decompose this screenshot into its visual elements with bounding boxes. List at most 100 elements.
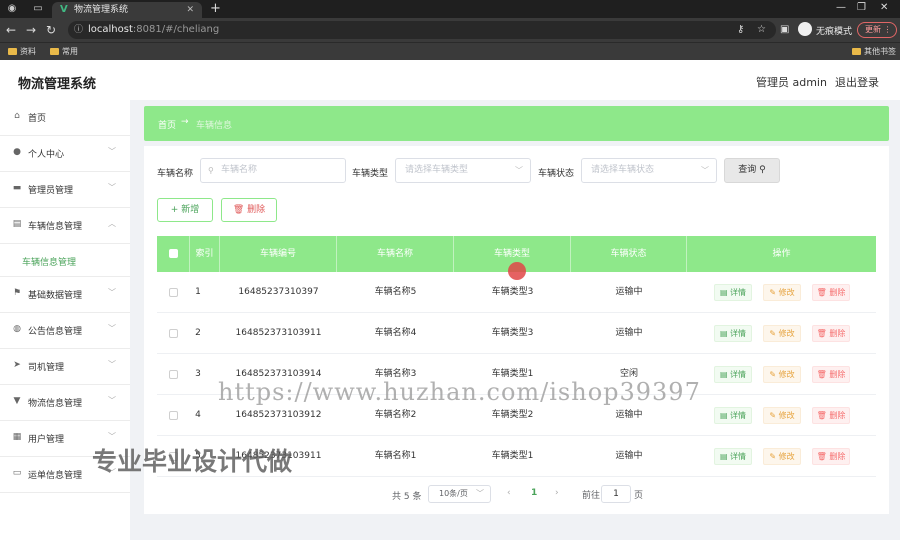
sidebar-item-label: 用户管理: [28, 435, 65, 445]
bookmarks-bar: 资料 常用 其他书签: [0, 42, 900, 60]
query-button[interactable]: 查询 ⚲: [724, 158, 780, 183]
detail-button[interactable]: ▤ 详情: [714, 325, 752, 342]
edit-button[interactable]: ✎ 修改: [763, 366, 801, 383]
trash-icon: 🗑: [816, 288, 827, 297]
prev-page-icon[interactable]: ‹: [507, 488, 511, 498]
chevron-down-icon: ﹀: [108, 288, 116, 297]
page-number-current[interactable]: 1: [531, 488, 537, 498]
key-icon[interactable]: ⚷: [737, 24, 744, 36]
row-checkbox[interactable]: [169, 370, 178, 379]
vehicle-status-placeholder: 请选择车辆状态: [591, 165, 655, 175]
page-size-value: 10条/页: [439, 489, 468, 498]
reload-icon[interactable]: ↻: [46, 23, 56, 37]
logout-link[interactable]: 退出登录: [835, 74, 879, 90]
sidebar-item-label: 个人中心: [28, 150, 65, 160]
sidebar-item-profile[interactable]: ● 个人中心 ﹀: [0, 136, 130, 172]
add-button[interactable]: + 新增: [157, 198, 213, 222]
column-header-actions: 操作: [772, 249, 791, 259]
url-path: :8081/#/cheliang: [132, 24, 220, 35]
forward-icon[interactable]: →: [26, 23, 36, 37]
flag-icon: ⚑: [12, 288, 22, 298]
edit-button[interactable]: ✎ 修改: [763, 407, 801, 424]
delete-button[interactable]: 🗑 删除: [812, 407, 850, 424]
edit-button[interactable]: ✎ 修改: [763, 284, 801, 301]
detail-button[interactable]: ▤ 详情: [714, 407, 752, 424]
row-checkbox[interactable]: [169, 411, 178, 420]
document-icon: ▤: [719, 329, 728, 338]
sidebar-item-vehicle[interactable]: ▤ 车辆信息管理 ︿: [0, 208, 130, 244]
cell-index: 2: [195, 328, 201, 338]
tab-list-icon[interactable]: ▭: [32, 3, 44, 15]
minimize-icon[interactable]: —: [836, 2, 846, 13]
column-header-name[interactable]: 车辆名称: [337, 236, 454, 272]
bulk-delete-label: 删除: [247, 205, 266, 215]
cell-code: 16485237310397: [238, 287, 319, 297]
sidebar-item-admin[interactable]: ▬ 管理员管理 ﹀: [0, 172, 130, 208]
back-icon[interactable]: ←: [6, 23, 16, 37]
pagination-total: 共 5 条: [392, 492, 422, 502]
row-checkbox[interactable]: [169, 329, 178, 338]
incognito-icon[interactable]: [798, 22, 812, 36]
update-button[interactable]: 更新 ⋮: [857, 22, 897, 38]
close-tab-icon[interactable]: ✕: [186, 2, 194, 18]
column-header-status[interactable]: 车辆状态: [571, 236, 687, 272]
search-icon: ⚲: [208, 166, 214, 175]
bookmark-folder-ziliao[interactable]: 资料: [8, 46, 36, 58]
bookmark-folder-other[interactable]: 其他书签: [852, 46, 896, 58]
new-tab-button[interactable]: +: [210, 1, 221, 17]
app-title: 物流管理系统: [18, 77, 97, 92]
vue-logo-icon: V: [60, 4, 68, 15]
current-user: 管理员 admin: [756, 76, 827, 89]
browser-tab[interactable]: V 物流管理系统 ✕: [52, 2, 202, 18]
vehicle-status-select[interactable]: 请选择车辆状态 ﹀: [581, 158, 717, 183]
detail-button[interactable]: ▤ 详情: [714, 284, 752, 301]
sidebar-item-home[interactable]: ⌂ 首页: [0, 100, 130, 136]
restore-icon[interactable]: ❐: [857, 2, 866, 13]
cell-status: 运输中: [615, 451, 643, 461]
chat-icon: ▤: [12, 219, 22, 229]
bulk-delete-button[interactable]: 🗑 删除: [221, 198, 277, 222]
column-header-code[interactable]: 车辆编号: [220, 236, 337, 272]
app-header: 物流管理系统 管理员 admin 退出登录: [0, 60, 900, 100]
delete-button[interactable]: 🗑 删除: [812, 325, 850, 342]
bookmark-folder-changyong[interactable]: 常用: [50, 46, 78, 58]
next-page-icon[interactable]: ›: [555, 488, 559, 498]
sidebar-item-logistics[interactable]: ▼ 物流信息管理 ﹀: [0, 385, 130, 421]
delete-button[interactable]: 🗑 删除: [812, 448, 850, 465]
browser-tab-bar: ◉ ▭ V 物流管理系统 ✕ + — ❐ ✕: [0, 0, 900, 18]
detail-button[interactable]: ▤ 详情: [714, 448, 752, 465]
edit-button[interactable]: ✎ 修改: [763, 448, 801, 465]
select-all-checkbox[interactable]: [169, 249, 178, 258]
delete-button[interactable]: 🗑 删除: [812, 366, 850, 383]
sidebar-item-label: 首页: [28, 114, 47, 124]
bookmark-star-icon[interactable]: ☆: [757, 24, 766, 36]
sidebar-item-label: 基础数据管理: [28, 291, 83, 301]
sidebar-item-notice[interactable]: ◍ 公告信息管理 ﹀: [0, 313, 130, 349]
cell-code: 164852373103911: [235, 328, 322, 338]
send-icon: ➤: [13, 360, 21, 370]
detail-button[interactable]: ▤ 详情: [714, 366, 752, 383]
edit-button[interactable]: ✎ 修改: [763, 325, 801, 342]
url-host: localhost: [88, 24, 133, 35]
chevron-down-icon: ﹀: [108, 147, 116, 156]
breadcrumb-home[interactable]: 首页: [158, 118, 176, 131]
sidebar-subitem-vehicle-info[interactable]: 车辆信息管理: [0, 244, 130, 277]
vehicle-type-select[interactable]: 请选择车辆类型 ﹀: [395, 158, 531, 183]
sidebar-item-driver[interactable]: ➤ 司机管理 ﹀: [0, 349, 130, 385]
sidepanel-icon[interactable]: ▣: [780, 24, 789, 36]
goto-page-input[interactable]: 1: [601, 485, 631, 503]
info-icon[interactable]: ⓘ: [74, 21, 83, 39]
vehicle-name-input[interactable]: ⚲ 车辆名称: [200, 158, 346, 183]
url-input[interactable]: ⓘ localhost:8081/#/cheliang: [68, 21, 776, 39]
sidebar-item-label: 公告信息管理: [28, 327, 83, 337]
row-checkbox[interactable]: [169, 288, 178, 297]
page-size-select[interactable]: 10条/页 ﹀: [428, 485, 491, 503]
browser-menu-icon[interactable]: ◉: [6, 3, 18, 15]
sidebar-item-label: 司机管理: [28, 363, 65, 373]
cell-index: 4: [195, 410, 201, 420]
delete-button[interactable]: 🗑 删除: [812, 284, 850, 301]
sidebar-item-basedata[interactable]: ⚑ 基础数据管理 ﹀: [0, 277, 130, 313]
close-window-icon[interactable]: ✕: [880, 2, 888, 13]
document-icon: ▤: [719, 452, 728, 461]
plus-icon: +: [170, 205, 179, 215]
